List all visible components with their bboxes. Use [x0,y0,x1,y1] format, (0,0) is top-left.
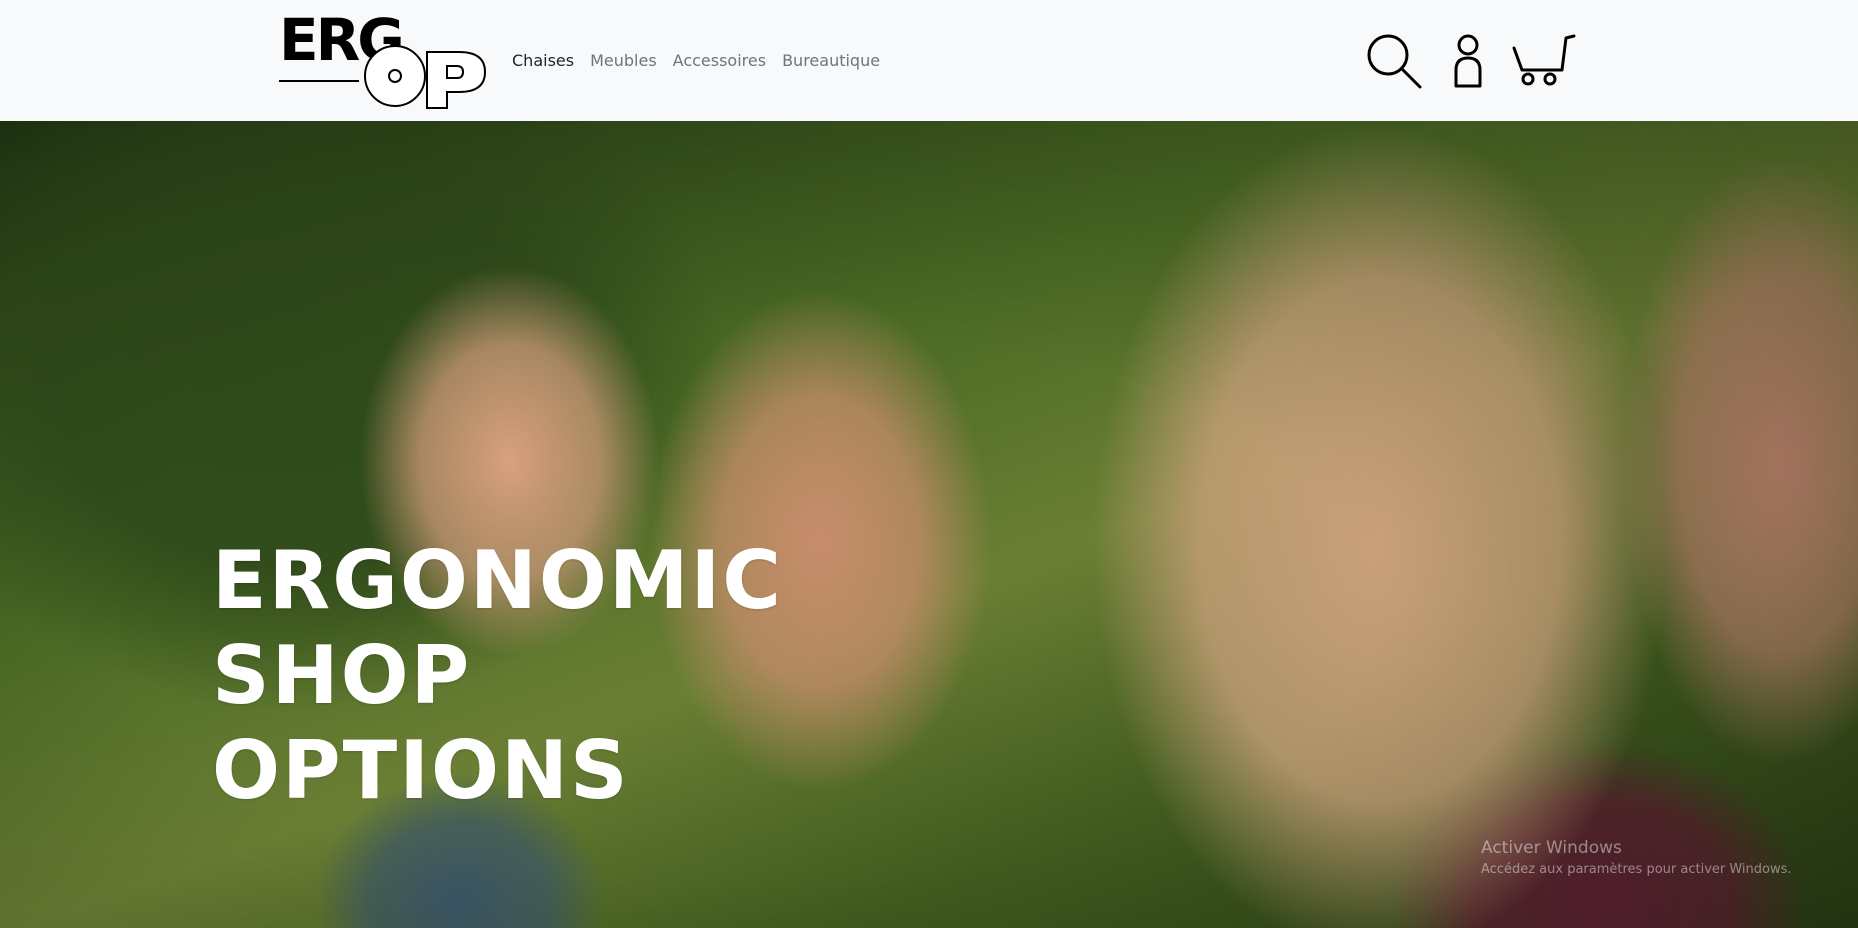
watermark-subtitle: Accédez aux paramètres pour activer Wind… [1481,862,1792,877]
hero-line-2: SHOP [212,629,472,722]
user-icon[interactable] [1453,34,1483,88]
brand-logo[interactable]: ERG OP [279,6,489,110]
search-icon[interactable] [1366,33,1422,89]
nav-link-accessoires[interactable]: Accessoires [673,51,766,70]
navbar: ERG OP Chaises Meubles Accessoires Burea… [0,0,1858,121]
nav-link-meubles[interactable]: Meubles [590,51,657,70]
hero-line-1: ERGONOMIC [212,534,783,627]
main-nav: Chaises Meubles Accessoires Bureautique [512,51,880,70]
logo-graphic: ERG OP [279,6,487,109]
windows-activation-watermark: Activer Windows Accédez aux paramètres p… [1481,838,1792,877]
cart-icon[interactable] [1512,34,1576,86]
nav-link-chaises[interactable]: Chaises [512,51,574,70]
hero-title: ERGONOMIC SHOP OPTIONS [212,533,783,818]
watermark-title: Activer Windows [1481,838,1622,858]
hero-line-3: OPTIONS [212,724,630,817]
nav-link-bureautique[interactable]: Bureautique [782,51,880,70]
hero-banner: ERGONOMIC SHOP OPTIONS [0,121,1858,928]
